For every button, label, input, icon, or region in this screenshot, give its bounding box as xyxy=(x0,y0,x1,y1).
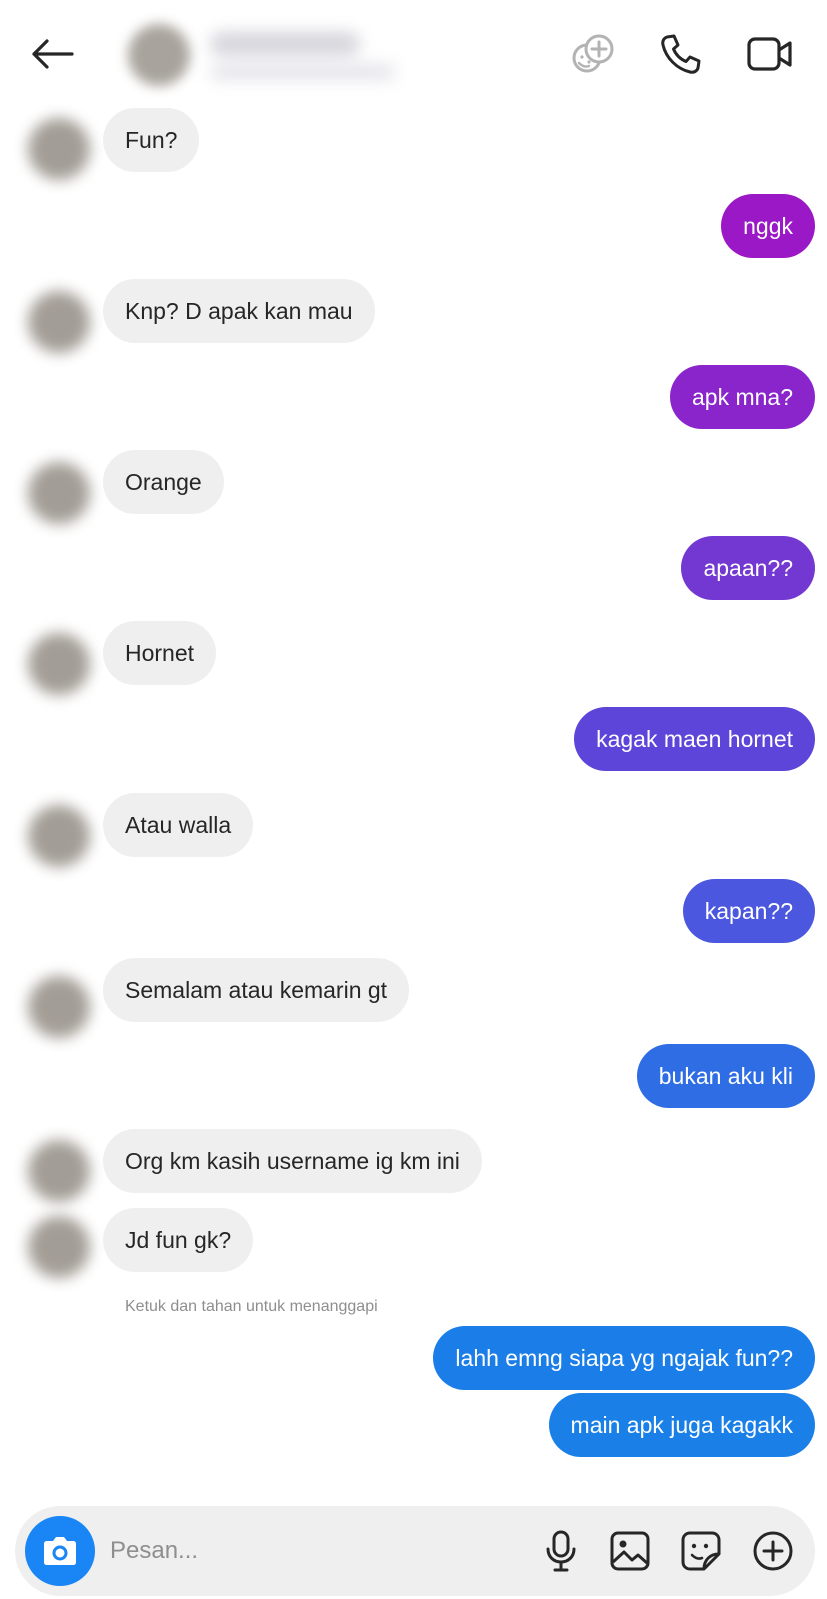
video-call-icon xyxy=(747,37,792,71)
outgoing-message[interactable]: main apk juga kagakk xyxy=(548,1393,815,1457)
back-arrow-icon xyxy=(32,39,74,69)
outgoing-message[interactable]: apk mna? xyxy=(669,365,815,429)
contact-name[interactable] xyxy=(210,32,400,82)
effects-button[interactable] xyxy=(565,28,621,80)
gallery-icon xyxy=(610,1531,650,1571)
back-button[interactable] xyxy=(22,30,82,78)
sender-avatar[interactable] xyxy=(28,118,90,180)
incoming-message[interactable]: Orange xyxy=(103,450,224,514)
plus-icon xyxy=(753,1531,793,1571)
message-thread[interactable]: Fun? nggk Knp? D apak kan mau apk mna? O… xyxy=(0,108,827,1498)
incoming-message[interactable]: Atau walla xyxy=(103,793,254,857)
incoming-message[interactable]: Hornet xyxy=(103,621,217,685)
incoming-message[interactable]: Fun? xyxy=(103,108,200,172)
phone-call-icon xyxy=(661,34,701,74)
sender-avatar[interactable] xyxy=(28,1216,90,1278)
message-composer xyxy=(15,1506,815,1596)
sender-avatar[interactable] xyxy=(28,633,90,695)
effects-icon xyxy=(572,34,614,73)
incoming-message[interactable]: Jd fun gk? xyxy=(103,1208,254,1272)
outgoing-message[interactable]: kagak maen hornet xyxy=(574,707,815,771)
sender-avatar[interactable] xyxy=(28,291,90,353)
sender-avatar[interactable] xyxy=(28,462,90,524)
outgoing-message[interactable]: bukan aku kli xyxy=(636,1044,815,1108)
microphone-icon xyxy=(546,1530,576,1572)
more-options-button[interactable] xyxy=(748,1526,798,1576)
video-call-button[interactable] xyxy=(742,28,798,80)
reply-hint: Ketuk dan tahan untuk menanggapi xyxy=(125,1298,378,1315)
sticker-button[interactable] xyxy=(676,1526,726,1576)
incoming-message[interactable]: Semalam atau kemarin gt xyxy=(103,958,410,1022)
camera-button[interactable] xyxy=(25,1516,95,1586)
contact-avatar[interactable] xyxy=(128,24,190,86)
sticker-icon xyxy=(681,1531,721,1571)
sender-avatar[interactable] xyxy=(28,976,90,1038)
audio-call-button[interactable] xyxy=(652,28,708,80)
incoming-message[interactable]: Knp? D apak kan mau xyxy=(103,279,375,343)
outgoing-message[interactable]: kapan?? xyxy=(682,879,815,943)
chat-header xyxy=(0,0,827,108)
outgoing-message[interactable]: apaan?? xyxy=(681,536,815,600)
sender-avatar[interactable] xyxy=(28,805,90,867)
incoming-message[interactable]: Org km kasih username ig km ini xyxy=(103,1129,482,1193)
outgoing-message[interactable]: lahh emng siapa yg ngajak fun?? xyxy=(433,1326,815,1390)
gallery-button[interactable] xyxy=(605,1526,655,1576)
outgoing-message[interactable]: nggk xyxy=(721,194,815,258)
message-input[interactable] xyxy=(110,1528,510,1574)
camera-icon xyxy=(44,1537,76,1565)
voice-message-button[interactable] xyxy=(536,1526,586,1576)
sender-avatar[interactable] xyxy=(28,1140,90,1202)
